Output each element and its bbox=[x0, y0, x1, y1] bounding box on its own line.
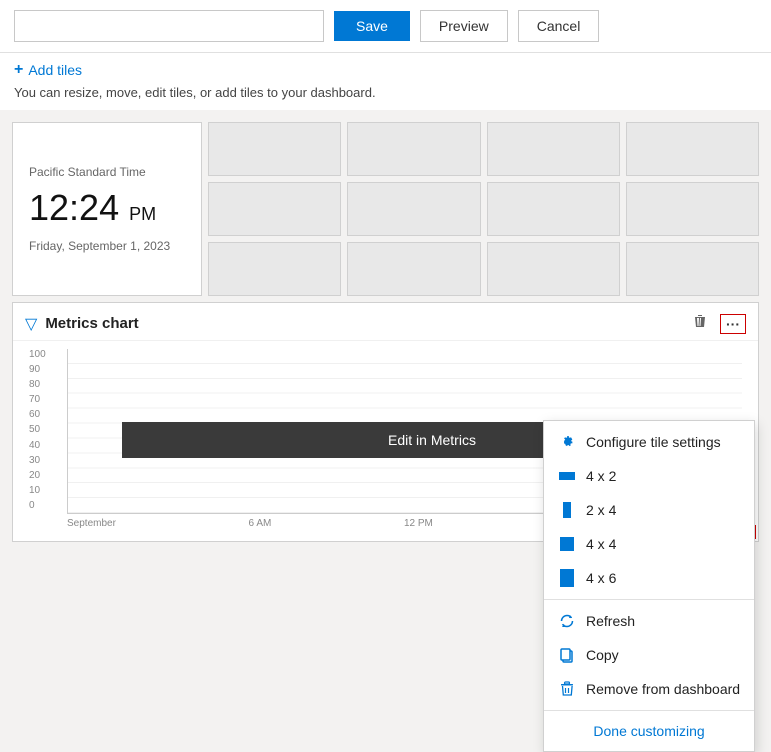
metrics-header: ▽ Metrics chart ··· bbox=[13, 303, 758, 341]
menu-item-4x2[interactable]: 4 x 2 bbox=[544, 459, 754, 493]
grid-cell bbox=[626, 242, 759, 296]
add-tiles-label: Add tiles bbox=[28, 62, 82, 78]
menu-2x4-label: 2 x 4 bbox=[586, 502, 616, 518]
menu-item-2x4[interactable]: 2 x 4 bbox=[544, 493, 754, 527]
preview-button[interactable]: Preview bbox=[420, 10, 508, 42]
grid-cell bbox=[487, 242, 620, 296]
grid-cell bbox=[208, 182, 341, 236]
gear-icon bbox=[558, 433, 576, 451]
grid-cell bbox=[208, 242, 341, 296]
metrics-title: Metrics chart bbox=[45, 315, 138, 332]
clock-tile: Pacific Standard Time 12:24 PM Friday, S… bbox=[12, 122, 202, 296]
menu-divider bbox=[544, 599, 754, 600]
context-menu: Configure tile settings 4 x 2 2 x 4 4 x … bbox=[543, 420, 755, 752]
copy-icon bbox=[558, 646, 576, 664]
grid-cell bbox=[208, 122, 341, 176]
menu-refresh-label: Refresh bbox=[586, 613, 635, 629]
chart-y-labels: 100 90 80 70 60 50 40 30 20 10 0 bbox=[29, 349, 46, 511]
menu-4x6-label: 4 x 6 bbox=[586, 570, 616, 586]
more-options-button[interactable]: ··· bbox=[720, 314, 746, 334]
menu-item-configure[interactable]: Configure tile settings bbox=[544, 425, 754, 459]
remove-icon bbox=[558, 680, 576, 698]
grid-cell bbox=[347, 182, 480, 236]
grid-cell bbox=[347, 122, 480, 176]
menu-item-4x4[interactable]: 4 x 4 bbox=[544, 527, 754, 561]
menu-item-done[interactable]: Done customizing bbox=[544, 715, 754, 747]
save-button[interactable]: Save bbox=[334, 11, 410, 41]
dashboard-area: Pacific Standard Time 12:24 PM Friday, S… bbox=[0, 110, 771, 554]
grid-cell bbox=[487, 182, 620, 236]
grid-cell bbox=[487, 122, 620, 176]
clock-ampm: PM bbox=[129, 204, 156, 224]
menu-divider-2 bbox=[544, 710, 754, 711]
menu-item-copy[interactable]: Copy bbox=[544, 638, 754, 672]
dashboard-title-input[interactable]: Example Dashboard bbox=[14, 10, 324, 42]
size-4x2-icon bbox=[558, 467, 576, 485]
menu-item-remove[interactable]: Remove from dashboard bbox=[544, 672, 754, 706]
size-4x4-icon bbox=[558, 535, 576, 553]
top-bar: Example Dashboard Save Preview Cancel bbox=[0, 0, 771, 53]
menu-remove-label: Remove from dashboard bbox=[586, 681, 740, 697]
metrics-title-row: ▽ Metrics chart bbox=[25, 314, 139, 334]
delete-tile-button[interactable] bbox=[688, 311, 712, 336]
clock-timezone: Pacific Standard Time bbox=[29, 165, 185, 179]
trash-icon bbox=[692, 313, 708, 329]
menu-item-4x6[interactable]: 4 x 6 bbox=[544, 561, 754, 595]
cancel-button[interactable]: Cancel bbox=[518, 10, 600, 42]
menu-4x2-label: 4 x 2 bbox=[586, 468, 616, 484]
hint-text: You can resize, move, edit tiles, or add… bbox=[0, 83, 771, 110]
toolbar: + Add tiles bbox=[0, 53, 771, 83]
clock-time: 12:24 PM bbox=[29, 187, 185, 229]
menu-configure-label: Configure tile settings bbox=[586, 434, 721, 450]
grid-cell bbox=[626, 182, 759, 236]
grid-cell bbox=[347, 242, 480, 296]
plus-icon: + bbox=[14, 61, 23, 79]
add-tiles-button[interactable]: + Add tiles bbox=[14, 61, 82, 79]
menu-done-label: Done customizing bbox=[593, 723, 704, 739]
metrics-actions: ··· bbox=[688, 311, 746, 336]
menu-copy-label: Copy bbox=[586, 647, 619, 663]
menu-item-refresh[interactable]: Refresh bbox=[544, 604, 754, 638]
refresh-icon bbox=[558, 612, 576, 630]
grid-cell bbox=[626, 122, 759, 176]
size-4x6-icon bbox=[558, 569, 576, 587]
menu-4x4-label: 4 x 4 bbox=[586, 536, 616, 552]
funnel-icon: ▽ bbox=[25, 314, 37, 334]
clock-date: Friday, September 1, 2023 bbox=[29, 239, 185, 253]
size-2x4-icon bbox=[558, 501, 576, 519]
clock-time-value: 12:24 bbox=[29, 187, 119, 228]
